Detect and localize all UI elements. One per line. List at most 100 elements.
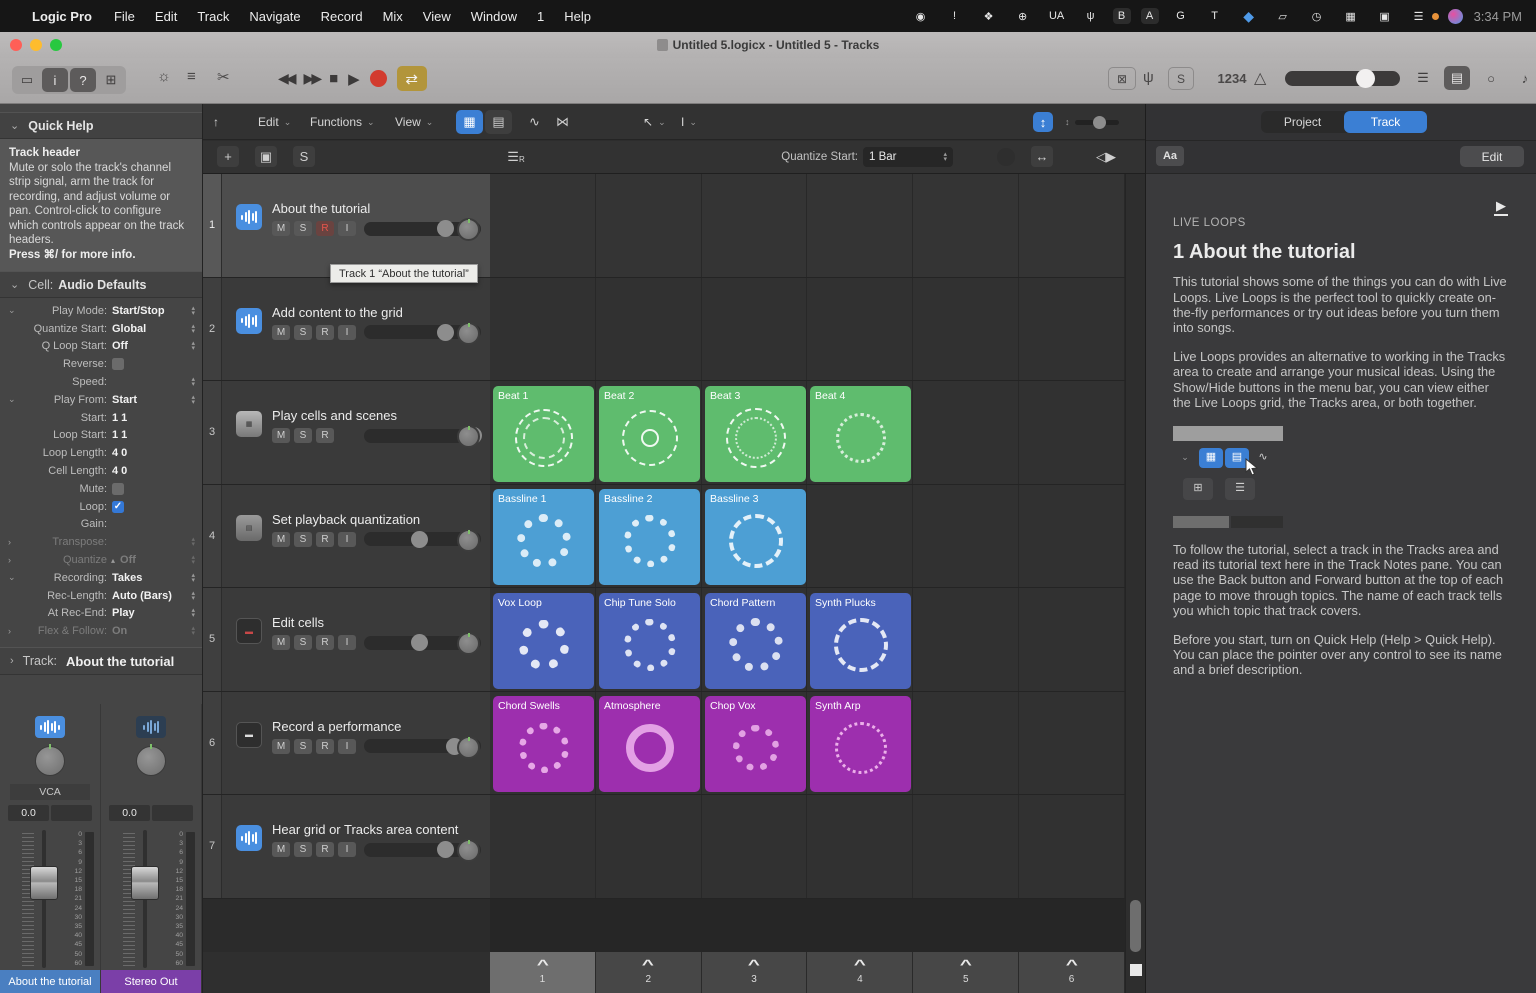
stepper-icon[interactable]: ▴▾ (191, 573, 195, 583)
count-in-button[interactable]: 1234 (1214, 67, 1250, 90)
marquee-button[interactable]: ⋈ (549, 110, 576, 134)
edit-menu[interactable]: Edit⌄ (258, 111, 291, 133)
stepper-icon[interactable]: ▴▾ (191, 537, 195, 547)
mute-button[interactable]: M (272, 532, 290, 547)
grid-cell-empty[interactable] (1019, 381, 1125, 484)
password-manager-icon[interactable]: ! (943, 10, 967, 22)
quick-help-header[interactable]: ⌄ Quick Help (0, 112, 202, 139)
menubar-clock[interactable]: 3:34 PM (1474, 9, 1522, 24)
menu-record[interactable]: Record (311, 9, 373, 24)
grid-cell-empty[interactable] (1019, 692, 1125, 795)
grid-cell-empty[interactable] (702, 795, 808, 898)
erase-button[interactable]: ⊠ (1108, 67, 1136, 90)
strip-name[interactable]: Stereo Out (101, 970, 201, 993)
track-name[interactable]: Set playback quantization (272, 512, 420, 527)
scrollbar[interactable] (1130, 900, 1141, 952)
scene-trigger-3[interactable]: ^3 (702, 952, 808, 993)
record-button[interactable] (370, 70, 387, 87)
grid-cell-empty[interactable] (807, 174, 913, 277)
cell-defaults-header[interactable]: ⌄ Cell: Audio Defaults (0, 271, 202, 298)
scene-trigger-2[interactable]: ^2 (596, 952, 702, 993)
menu-1[interactable]: 1 (527, 9, 554, 24)
keyboard-icon[interactable]: ▦ (1339, 10, 1363, 23)
track-name[interactable]: Edit cells (272, 615, 324, 630)
screen-capture-icon[interactable]: ◉ (909, 10, 933, 23)
grid-cell-empty[interactable] (913, 174, 1019, 277)
input-monitor-button[interactable]: I (338, 325, 356, 340)
t-app-icon[interactable]: T (1203, 10, 1227, 22)
pan-knob[interactable] (457, 632, 480, 655)
grid-cell-empty[interactable] (913, 278, 1019, 381)
stepper-icon[interactable]: ▴▾ (191, 626, 195, 636)
loop-cell[interactable]: Beat 2 (599, 386, 700, 482)
param-start[interactable]: Start:1 1 (0, 409, 202, 427)
loop-cell[interactable]: Bassline 1 (493, 489, 594, 585)
grid-cell-empty[interactable] (807, 795, 913, 898)
param-loop[interactable]: Loop:✓ (0, 498, 202, 516)
menu-logic-pro[interactable]: Logic Pro (20, 9, 104, 24)
menu-file[interactable]: File (104, 9, 145, 24)
pan-knob[interactable] (136, 746, 166, 776)
track-name[interactable]: Add content to the grid (272, 305, 403, 320)
volume-knob[interactable] (1356, 69, 1375, 88)
param-flex-follow[interactable]: › Flex & Follow:On ▴▾ (0, 622, 202, 640)
input-monitor-button[interactable]: I (338, 221, 356, 236)
play-button[interactable]: ▶ (348, 70, 360, 88)
track-number[interactable]: 2 (203, 278, 222, 381)
media-browser-button[interactable]: ♪ (1512, 66, 1536, 90)
slider-knob[interactable] (411, 531, 428, 548)
param-cell-length[interactable]: Cell Length:4 0 (0, 462, 202, 480)
chevron-down-icon[interactable]: ⌄ (8, 572, 16, 583)
solo-button[interactable]: S (294, 842, 312, 857)
param-loop-start[interactable]: Loop Start:1 1 (0, 427, 202, 445)
zoom-slider[interactable]: ↕ (1065, 111, 1119, 133)
grid-cell-empty[interactable] (807, 278, 913, 381)
grid-cell-empty[interactable] (913, 692, 1019, 795)
performance-recording-button[interactable]: ☰R (505, 146, 527, 167)
track-row-2[interactable]: 2 Add content to the grid M S R I (203, 278, 1145, 382)
param-q-loop-start[interactable]: Q Loop Start:Off ▴▾ (0, 338, 202, 356)
stop-all-cells-button[interactable] (1130, 964, 1142, 976)
reverse-checkbox[interactable] (112, 358, 124, 370)
record-enable-button[interactable]: R (316, 221, 334, 236)
scene-trigger-4[interactable]: ^4 (807, 952, 913, 993)
scene-trigger-6[interactable]: ^6 (1019, 952, 1125, 993)
show-tracks-button[interactable]: ▤ (485, 110, 512, 134)
slider-knob[interactable] (437, 841, 454, 858)
toolbar-toggle-button[interactable]: ⊞ (98, 68, 124, 92)
input-monitor-button[interactable]: I (338, 635, 356, 650)
volume-value[interactable]: 0.0 (8, 805, 49, 821)
track-header[interactable]: ▬ Record a performance M S R I (222, 692, 490, 795)
solo-button[interactable]: S (294, 739, 312, 754)
chevron-right-icon[interactable]: › (8, 555, 11, 565)
track-header[interactable]: Add content to the grid M S R I (222, 278, 490, 381)
menu-help[interactable]: Help (554, 9, 601, 24)
menu-view[interactable]: View (413, 9, 461, 24)
show-grid-button[interactable]: ▦ (456, 110, 483, 134)
input-monitor-button[interactable]: I (338, 532, 356, 547)
stepper-icon[interactable]: ▴▾ (191, 324, 195, 334)
param-quantize[interactable]: › Quantize ▴ Off ▴▾ (0, 551, 202, 569)
slider-knob[interactable] (437, 324, 454, 341)
grid-cell-empty[interactable] (490, 278, 596, 381)
record-enable-button[interactable]: R (316, 532, 334, 547)
loop-cell[interactable]: Beat 4 (810, 386, 911, 482)
smart-controls-button[interactable]: ☼ (157, 68, 171, 85)
track-header[interactable]: ▬ Edit cells M S R I (222, 588, 490, 691)
menu-edit[interactable]: Edit (145, 9, 187, 24)
quick-help-button[interactable]: ? (70, 68, 96, 92)
track-header[interactable]: About the tutorial M S R I (222, 174, 490, 277)
pan-knob[interactable] (457, 736, 480, 759)
grid-cell-empty[interactable] (1019, 588, 1125, 691)
loop-cell[interactable]: Beat 3 (705, 386, 806, 482)
fader-cap[interactable] (30, 866, 58, 900)
menu-mix[interactable]: Mix (373, 9, 413, 24)
grid-cell-empty[interactable] (490, 795, 596, 898)
menu-navigate[interactable]: Navigate (239, 9, 310, 24)
chevron-down-icon[interactable]: ⌄ (8, 394, 16, 405)
param-quantize-start[interactable]: Quantize Start:Global ▴▾ (0, 320, 202, 338)
track-number[interactable]: 5 (203, 588, 222, 691)
zoom-knob[interactable] (1093, 116, 1106, 129)
input-monitor-button[interactable]: I (338, 842, 356, 857)
grid-cell-empty[interactable] (913, 381, 1019, 484)
